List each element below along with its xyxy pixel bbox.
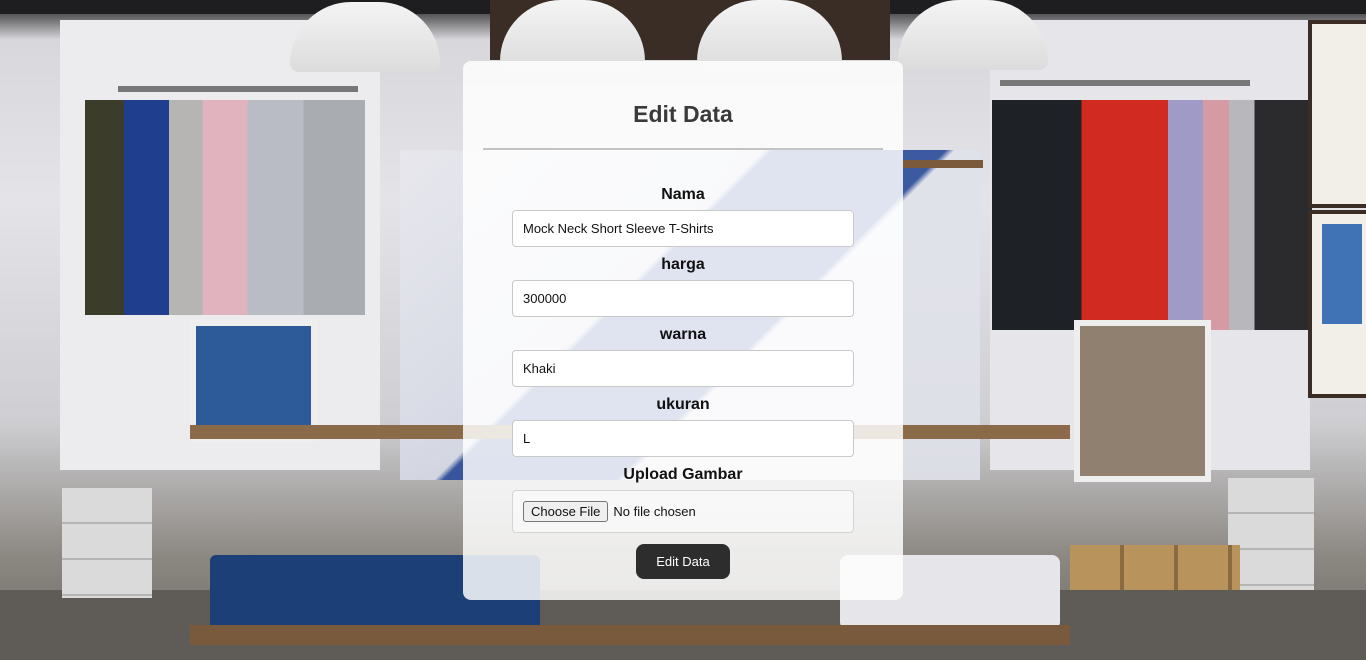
harga-label: harga bbox=[661, 256, 705, 273]
choose-file-button[interactable]: Choose File bbox=[523, 501, 609, 522]
edit-data-submit-button[interactable]: Edit Data bbox=[636, 544, 730, 579]
nama-label: Nama bbox=[661, 186, 705, 203]
nama-input[interactable] bbox=[512, 210, 854, 247]
file-upload-field[interactable]: Choose File No file chosen bbox=[512, 490, 854, 533]
warna-label: warna bbox=[659, 326, 707, 343]
title-divider bbox=[483, 148, 883, 150]
file-status-text: No file chosen bbox=[613, 504, 696, 519]
warna-input[interactable] bbox=[512, 350, 854, 387]
upload-label: Upload Gambar bbox=[623, 466, 743, 483]
ukuran-label: ukuran bbox=[656, 396, 710, 413]
ukuran-input[interactable] bbox=[512, 420, 854, 457]
edit-form-card: Edit Data Nama harga warna ukuran Upload… bbox=[463, 61, 903, 600]
harga-input[interactable] bbox=[512, 280, 854, 317]
page-title: Edit Data bbox=[633, 101, 733, 127]
